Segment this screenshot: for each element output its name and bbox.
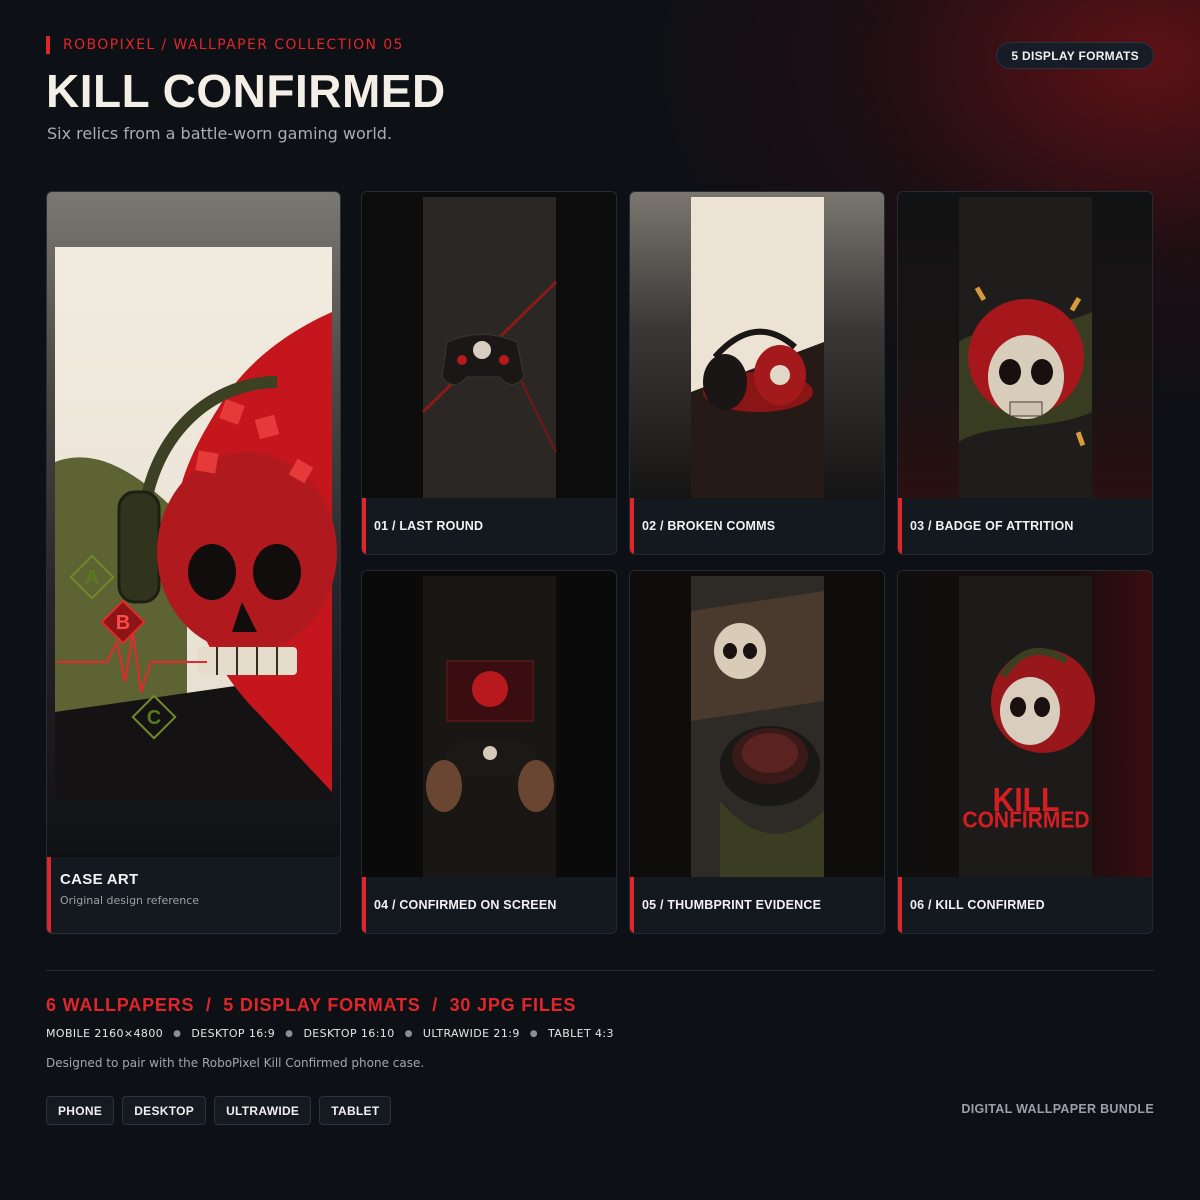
- footer-divider: [46, 970, 1154, 971]
- wallpaper-image-02: [630, 192, 884, 499]
- format-specs: MOBILE 2160×4800 ● DESKTOP 16:9 ● DESKTO…: [46, 1027, 614, 1040]
- wallpaper-card-06[interactable]: KILL CONFIRMED 06 / KILL CONFIRMED: [897, 570, 1153, 934]
- collection-label: ROBOPIXEL / WALLPAPER COLLECTION 05: [63, 37, 404, 53]
- wallpaper-caption-06: 06 / KILL CONFIRMED: [898, 877, 1152, 933]
- spec-mobile: MOBILE 2160×4800: [46, 1027, 164, 1040]
- separator-dot: ●: [285, 1028, 294, 1039]
- spec-tablet: TABLET 4:3: [548, 1027, 614, 1040]
- last-round-illustration: [421, 197, 558, 499]
- accent-bar: [46, 36, 50, 54]
- separator-dot: ●: [173, 1028, 182, 1039]
- page-subtitle: Six relics from a battle-worn gaming wor…: [47, 124, 393, 143]
- wallpaper-caption-02: 02 / BROKEN COMMS: [630, 498, 884, 554]
- case-art-caption: CASE ART Original design reference: [47, 857, 340, 933]
- separator-dot: ●: [529, 1028, 538, 1039]
- page-title: KILL CONFIRMED: [46, 65, 446, 117]
- wallpaper-card-02[interactable]: 02 / BROKEN COMMS: [629, 191, 885, 555]
- case-art-card[interactable]: A B C CASE ART Original design reference: [46, 191, 341, 934]
- wallpaper-image-03: [898, 192, 1152, 499]
- wallpaper-image-05: [630, 571, 884, 878]
- broken-comms-illustration: [691, 197, 824, 499]
- wallpaper-card-04[interactable]: 04 / CONFIRMED ON SCREEN: [361, 570, 617, 934]
- wallpaper-image-06: KILL CONFIRMED: [898, 571, 1152, 878]
- page-header: ROBOPIXEL / WALLPAPER COLLECTION 05 KILL…: [46, 34, 1154, 154]
- chip-desktop[interactable]: DESKTOP: [122, 1096, 207, 1125]
- chip-tablet[interactable]: TABLET: [319, 1096, 392, 1125]
- bundle-stats: 6 WALLPAPERS / 5 DISPLAY FORMATS / 30 JP…: [46, 995, 577, 1015]
- wallpaper-caption-03: 03 / BADGE OF ATTRITION: [898, 498, 1152, 554]
- spec-ultrawide: ULTRAWIDE 21:9: [422, 1027, 520, 1040]
- bundle-label: DIGITAL WALLPAPER BUNDLE: [961, 1102, 1154, 1116]
- glyph-b: B: [116, 612, 130, 634]
- wallpaper-image-01: [362, 192, 616, 499]
- wallpaper-title-03: 03 / BADGE OF ATTRITION: [910, 519, 1074, 533]
- spec-desktop-16-9: DESKTOP 16:9: [191, 1027, 276, 1040]
- kill-confirmed-illustration: KILL CONFIRMED: [959, 576, 1095, 878]
- wallpaper-caption-04: 04 / CONFIRMED ON SCREEN: [362, 877, 616, 933]
- pairing-note: Designed to pair with the RoboPixel Kill…: [46, 1056, 425, 1070]
- glyph-c: C: [147, 707, 161, 729]
- art-text-confirmed: CONFIRMED: [962, 806, 1089, 832]
- wallpaper-card-01[interactable]: 01 / LAST ROUND: [361, 191, 617, 555]
- wallpaper-title-04: 04 / CONFIRMED ON SCREEN: [374, 898, 557, 912]
- separator-dot: ●: [404, 1028, 413, 1039]
- thumbprint-evidence-illustration: [691, 576, 824, 878]
- wallpaper-title-05: 05 / THUMBPRINT EVIDENCE: [642, 898, 822, 912]
- wallpaper-title-06: 06 / KILL CONFIRMED: [910, 898, 1045, 912]
- badge-of-attrition-illustration: [959, 197, 1092, 499]
- glyph-a: A: [85, 567, 99, 589]
- case-art-illustration: A B C: [55, 247, 337, 802]
- spec-desktop-16-10: DESKTOP 16:10: [303, 1027, 395, 1040]
- chip-phone[interactable]: PHONE: [46, 1096, 115, 1125]
- wallpaper-title-02: 02 / BROKEN COMMS: [642, 519, 776, 533]
- chip-ultrawide[interactable]: ULTRAWIDE: [214, 1096, 312, 1125]
- format-count-badge: 5 DISPLAY FORMATS: [996, 42, 1154, 69]
- wallpaper-caption-05: 05 / THUMBPRINT EVIDENCE: [630, 877, 884, 933]
- eyebrow: ROBOPIXEL / WALLPAPER COLLECTION 05: [46, 36, 404, 54]
- case-art-image: A B C: [47, 192, 340, 859]
- confirmed-on-screen-illustration: [423, 576, 556, 878]
- case-art-title: CASE ART: [60, 871, 139, 888]
- wallpaper-title-01: 01 / LAST ROUND: [374, 519, 484, 533]
- case-art-subtitle: Original design reference: [60, 894, 200, 907]
- wallpaper-image-04: [362, 571, 616, 878]
- device-chips: PHONE DESKTOP ULTRAWIDE TABLET: [46, 1096, 392, 1125]
- wallpaper-card-05[interactable]: 05 / THUMBPRINT EVIDENCE: [629, 570, 885, 934]
- wallpaper-caption-01: 01 / LAST ROUND: [362, 498, 616, 554]
- wallpaper-card-03[interactable]: 03 / BADGE OF ATTRITION: [897, 191, 1153, 555]
